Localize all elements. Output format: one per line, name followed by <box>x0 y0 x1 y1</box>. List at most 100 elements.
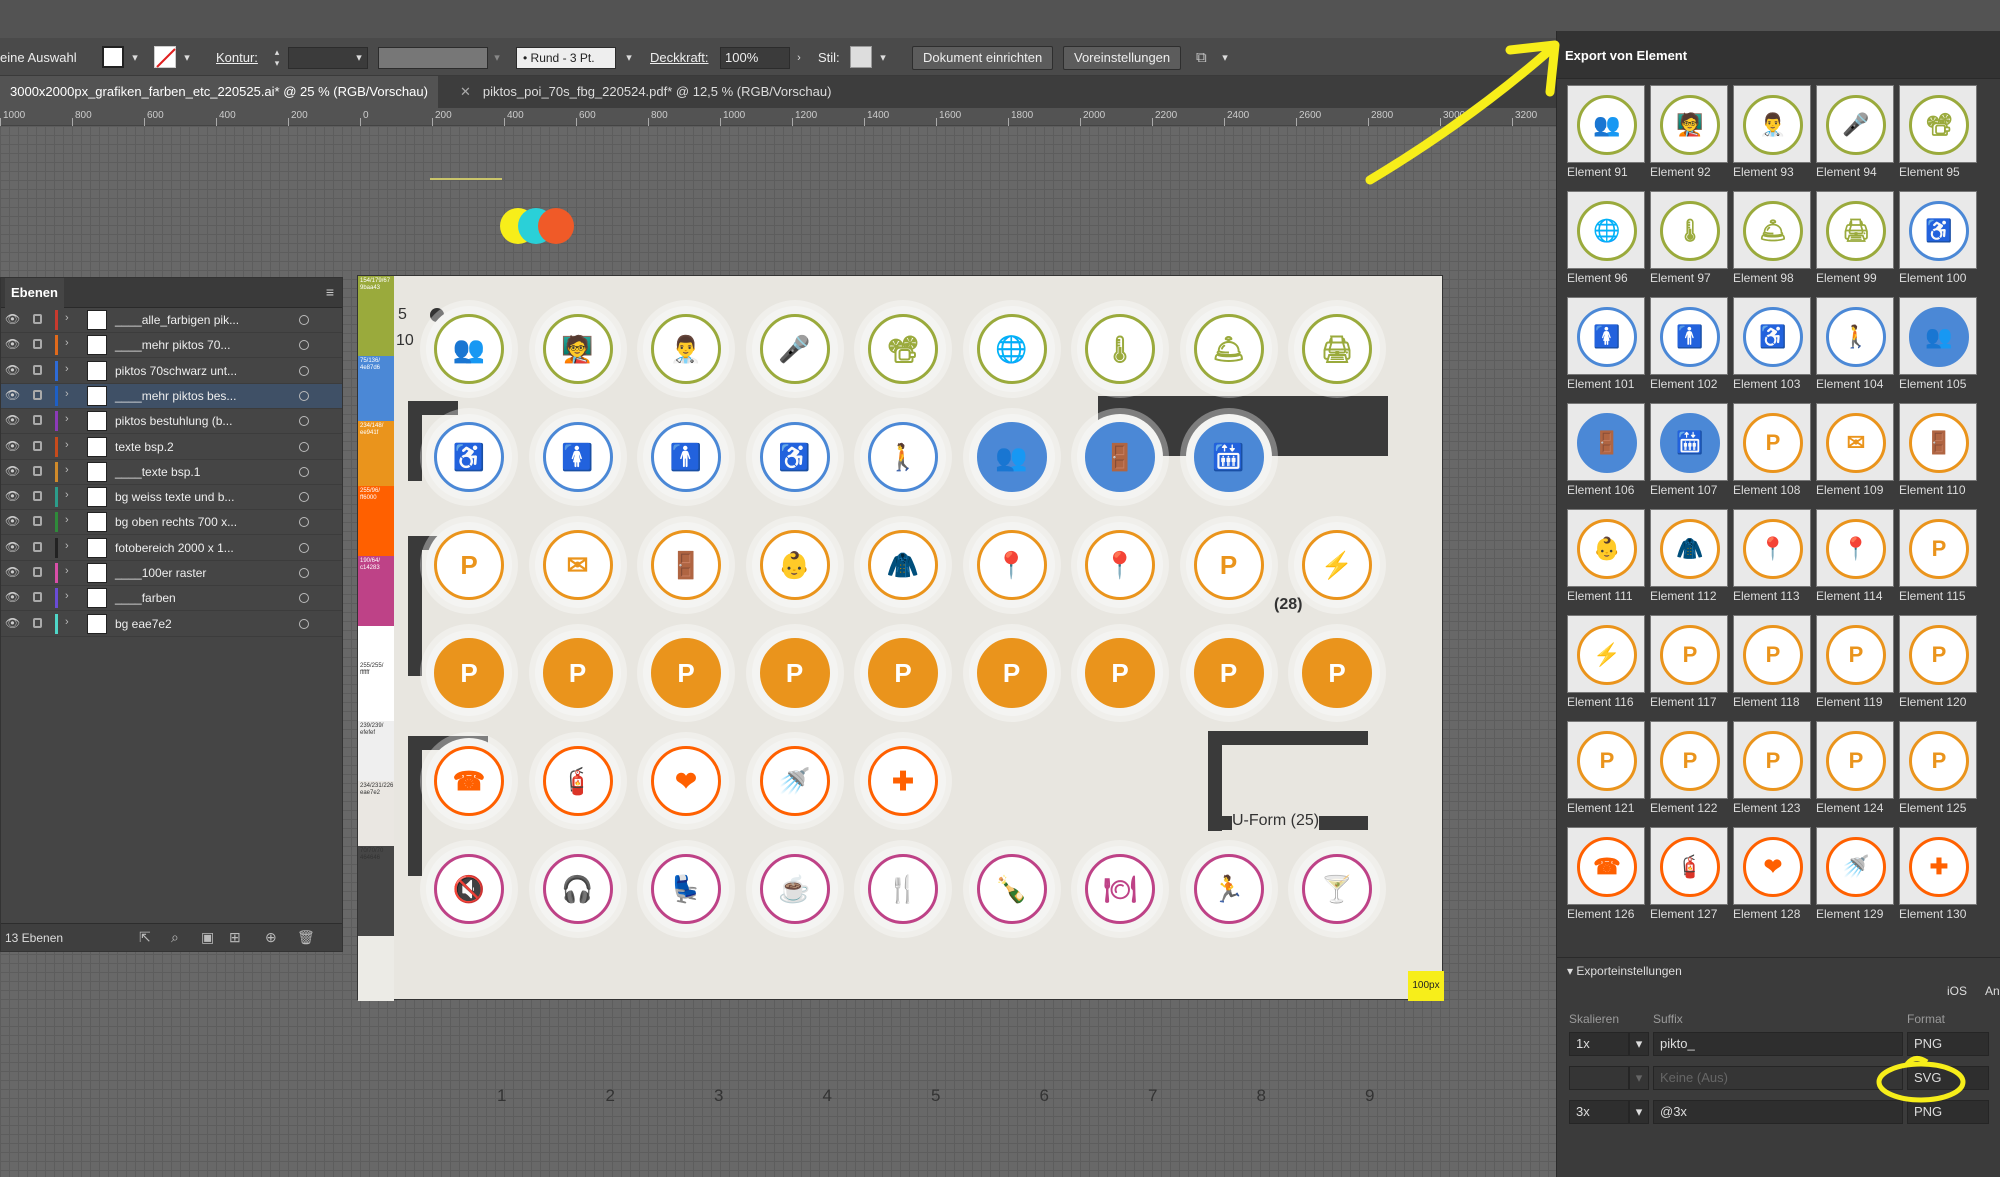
pictogram[interactable]: 🍽 <box>1077 846 1163 932</box>
eye-icon[interactable]: 👁 <box>5 489 20 503</box>
lock-icon[interactable] <box>33 465 42 476</box>
layer-row[interactable]: 👁 › piktos bestuhlung (b... <box>1 409 342 435</box>
pictogram[interactable]: P <box>1077 630 1163 716</box>
pictogram[interactable]: 🚺 <box>534 414 621 500</box>
pictogram[interactable]: 🛎 <box>1185 306 1272 392</box>
export-element[interactable]: 🛎 Element 98 <box>1733 191 1811 291</box>
layer-row[interactable]: 👁 › piktos 70schwarz unt... <box>1 359 342 384</box>
eye-icon[interactable]: 👁 <box>5 590 20 604</box>
layer-row[interactable]: 👁 › bg oben rechts 700 x... <box>1 510 342 536</box>
pictogram[interactable]: P <box>426 630 512 716</box>
style-swatch[interactable] <box>850 46 872 68</box>
layer-row[interactable]: 👁 › texte bsp.2 <box>1 435 342 460</box>
target-icon[interactable] <box>299 618 309 629</box>
export-element[interactable]: 📽 Element 95 <box>1899 85 1977 185</box>
element-thumbnail[interactable]: P <box>1733 403 1811 481</box>
pictogram[interactable]: 🍴 <box>860 846 946 932</box>
target-icon[interactable] <box>299 593 309 604</box>
export-element[interactable]: P Element 108 <box>1733 403 1811 503</box>
pictogram[interactable]: 🚿 <box>751 738 838 824</box>
lock-icon[interactable] <box>33 440 42 451</box>
element-thumbnail[interactable]: 🚿 <box>1816 827 1894 905</box>
pictogram[interactable]: 🧑‍🏫 <box>534 306 621 392</box>
chevron-right-icon[interactable]: › <box>65 388 69 400</box>
pictogram[interactable]: P <box>968 630 1055 716</box>
export-element[interactable]: P Element 115 <box>1899 509 1977 609</box>
chevron-right-icon[interactable]: › <box>65 489 69 501</box>
pictogram[interactable]: P <box>1185 522 1272 608</box>
export-element[interactable]: 🚪 Element 110 <box>1899 403 1977 503</box>
pictogram[interactable]: P <box>426 522 512 608</box>
export-element[interactable]: 🚪 Element 106 <box>1567 403 1645 503</box>
export-element[interactable]: ⚡ Element 116 <box>1567 615 1645 715</box>
target-icon[interactable] <box>299 466 309 477</box>
eye-icon[interactable]: 👁 <box>5 337 20 351</box>
element-thumbnail[interactable]: ✉ <box>1816 403 1894 481</box>
tab-document-1[interactable]: 3000x2000px_grafiken_farben_etc_220525.a… <box>0 76 438 108</box>
pictogram[interactable]: 🛗 <box>1185 414 1272 500</box>
opacity-label[interactable]: Deckkraft: <box>650 47 709 69</box>
layer-row[interactable]: 👁 › ____alle_farbigen pik... <box>1 308 342 333</box>
export-element[interactable]: 🌡 Element 97 <box>1650 191 1728 291</box>
chevron-down-icon[interactable]: ▾ <box>352 47 366 69</box>
chevron-down-icon[interactable]: ▾ <box>180 47 194 69</box>
lock-icon[interactable] <box>33 567 42 577</box>
pictogram[interactable]: ♿ <box>751 414 838 500</box>
export-element[interactable]: P Element 124 <box>1816 721 1894 821</box>
chevron-right-icon[interactable]: › <box>65 565 69 577</box>
pictogram[interactable]: P <box>751 630 838 716</box>
chevron-right-icon[interactable]: › <box>65 540 69 552</box>
fill-swatch[interactable] <box>102 46 124 68</box>
tab-document-2[interactable]: ✕ piktos_poi_70s_fbg_220524.pdf* @ 12,5 %… <box>450 76 841 108</box>
pictogram[interactable]: 🍸 <box>1294 846 1380 932</box>
lock-icon[interactable] <box>33 364 42 375</box>
pictogram[interactable]: 🌡 <box>1077 306 1163 392</box>
eye-icon[interactable]: 👁 <box>5 388 20 402</box>
target-icon[interactable] <box>299 416 309 427</box>
export-element[interactable]: P Element 125 <box>1899 721 1977 821</box>
element-thumbnail[interactable]: 🌐 <box>1567 191 1645 269</box>
layer-row[interactable]: 👁 › ____farben <box>1 586 342 612</box>
export-element[interactable]: P Element 117 <box>1650 615 1728 715</box>
pictogram[interactable]: 🎧 <box>534 846 621 932</box>
export-element[interactable]: P Element 119 <box>1816 615 1894 715</box>
export-element[interactable]: P Element 123 <box>1733 721 1811 821</box>
pictogram[interactable]: ✚ <box>860 738 946 824</box>
pictogram[interactable]: 🍾 <box>968 846 1055 932</box>
pictogram[interactable]: 👶 <box>751 522 838 608</box>
element-thumbnail[interactable]: P <box>1899 721 1977 799</box>
layer-row[interactable]: 👁 › ____texte bsp.1 <box>1 460 342 485</box>
target-icon[interactable] <box>299 340 309 351</box>
element-thumbnail[interactable]: 🛗 <box>1650 403 1728 481</box>
element-thumbnail[interactable]: 📍 <box>1733 509 1811 587</box>
lock-icon[interactable] <box>33 314 42 324</box>
layer-row[interactable]: 👁 › ____100er raster <box>1 561 342 586</box>
lock-icon[interactable] <box>33 415 42 426</box>
export-element[interactable]: P Element 120 <box>1899 615 1977 715</box>
element-thumbnail[interactable]: 📍 <box>1816 509 1894 587</box>
element-thumbnail[interactable]: P <box>1816 721 1894 799</box>
element-thumbnail[interactable]: 🎤 <box>1816 85 1894 163</box>
ios-label[interactable]: iOS <box>1947 984 1967 998</box>
artboard[interactable]: 154/179/67 9baa43 75/136/ 4e87d6 234/148/ … <box>357 275 1444 1001</box>
pictogram[interactable]: 👥 <box>968 414 1055 500</box>
pictogram[interactable]: 🚶 <box>860 414 946 500</box>
element-thumbnail[interactable]: P <box>1567 721 1645 799</box>
eye-icon[interactable]: 👁 <box>5 363 20 377</box>
clip-mask-icon[interactable]: ▣ <box>201 929 214 946</box>
export-element[interactable]: P Element 121 <box>1567 721 1645 821</box>
eye-icon[interactable]: 👁 <box>5 616 20 630</box>
export-element[interactable]: 🚶 Element 104 <box>1816 297 1894 397</box>
pictogram[interactable]: 📍 <box>968 522 1055 608</box>
layer-row[interactable]: 👁 › bg eae7e2 <box>1 612 342 637</box>
export-element[interactable]: 👶 Element 111 <box>1567 509 1645 609</box>
format-select-1[interactable]: PNG <box>1907 1032 1989 1056</box>
chevron-right-icon[interactable]: › <box>65 616 69 628</box>
scale-field-2[interactable] <box>1569 1066 1629 1090</box>
element-thumbnail[interactable]: P <box>1899 509 1977 587</box>
element-thumbnail[interactable]: 🖨 <box>1816 191 1894 269</box>
pictogram[interactable]: 🧥 <box>860 522 946 608</box>
export-element[interactable]: 👥 Element 105 <box>1899 297 1977 397</box>
trash-icon[interactable]: 🗑 <box>297 929 315 946</box>
pictogram[interactable]: 🔇 <box>426 846 512 932</box>
